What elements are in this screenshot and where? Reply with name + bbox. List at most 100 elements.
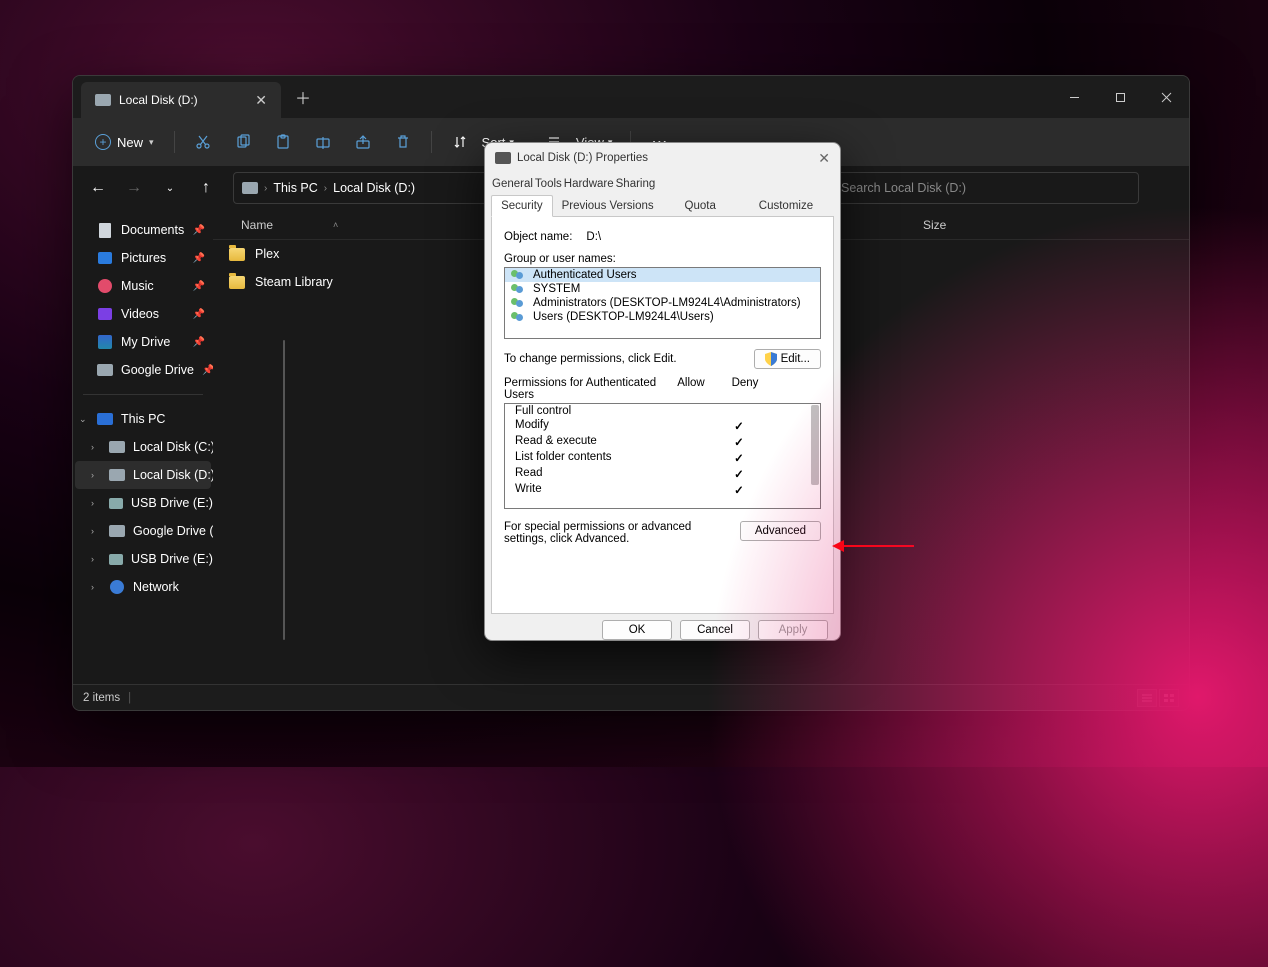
permission-row: Read✓ [505, 466, 820, 482]
permission-row: List folder contents✓ [505, 450, 820, 466]
pin-icon: 📌 [193, 253, 205, 264]
column-name[interactable]: Name [241, 218, 273, 232]
videos-icon [97, 306, 113, 322]
sidebar-item-documents[interactable]: Documents📌 [75, 216, 211, 244]
delete-icon[interactable] [385, 126, 421, 158]
sidebar-item-pictures[interactable]: Pictures📌 [75, 244, 211, 272]
permission-row: Full control [505, 404, 820, 418]
users-icon [511, 311, 527, 323]
sort-icon[interactable] [442, 126, 478, 158]
tab-quota[interactable]: Quota [662, 195, 737, 217]
forward-button[interactable]: → [119, 173, 149, 203]
group-item[interactable]: Users (DESKTOP-LM924L4\Users) [505, 310, 820, 324]
chevron-right-icon[interactable]: › [91, 582, 94, 592]
sidebar-item-usb-e[interactable]: ›USB Drive (E:) [75, 489, 211, 517]
chevron-down-icon: ▾ [149, 137, 154, 148]
dialog-title: Local Disk (D:) Properties [517, 152, 648, 164]
sort-asc-icon: ˄ [333, 220, 338, 230]
close-window-button[interactable] [1143, 76, 1189, 118]
tab-sharing[interactable]: Sharing [615, 173, 657, 195]
edit-button[interactable]: Edit... [754, 349, 821, 369]
group-item[interactable]: Authenticated Users [505, 268, 820, 282]
group-item[interactable]: Administrators (DESKTOP-LM924L4\Administ… [505, 296, 820, 310]
chevron-right-icon[interactable]: › [91, 526, 94, 536]
share-icon[interactable] [345, 126, 381, 158]
tab-customize[interactable]: Customize [738, 195, 834, 217]
disk-icon [495, 150, 511, 166]
disk-icon [95, 92, 111, 108]
sidebar-item-local-disk-c[interactable]: ›Local Disk (C:) [75, 433, 211, 461]
close-icon[interactable]: ✕ [818, 150, 830, 167]
maximize-button[interactable] [1097, 76, 1143, 118]
apply-button[interactable]: Apply [758, 620, 828, 640]
chevron-down-icon[interactable]: ⌄ [79, 414, 87, 425]
usb-icon [109, 495, 123, 511]
group-user-list[interactable]: Authenticated Users SYSTEM Administrator… [504, 267, 821, 339]
sidebar-item-mydrive[interactable]: My Drive📌 [75, 328, 211, 356]
permission-row: Read & execute✓ [505, 434, 820, 450]
sidebar-item-google-drive[interactable]: ›Google Drive ( [75, 517, 211, 545]
chevron-right-icon[interactable]: › [91, 442, 94, 452]
paste-icon[interactable] [265, 126, 301, 158]
sidebar-item-music[interactable]: Music📌 [75, 272, 211, 300]
disk-icon [109, 523, 125, 539]
tab-security[interactable]: Security [491, 195, 553, 217]
permission-row: Modify✓ [505, 418, 820, 434]
breadcrumb-root[interactable]: This PC [273, 181, 317, 195]
allow-header: Allow [664, 377, 718, 401]
disk-icon [242, 180, 258, 196]
close-tab-icon[interactable]: ✕ [255, 92, 267, 109]
column-size[interactable]: Size [923, 218, 946, 232]
cancel-button[interactable]: Cancel [680, 620, 750, 640]
chevron-right-icon[interactable]: › [91, 498, 94, 508]
users-icon [511, 269, 527, 281]
new-button[interactable]: + New ▾ [85, 128, 164, 156]
chevron-right-icon[interactable]: › [91, 470, 94, 480]
tab-hardware[interactable]: Hardware [563, 173, 615, 195]
sidebar-item-videos[interactable]: Videos📌 [75, 300, 211, 328]
tab-title: Local Disk (D:) [119, 93, 198, 107]
sidebar-item-local-disk-d[interactable]: ›Local Disk (D:) [75, 461, 211, 489]
tab-tools[interactable]: Tools [534, 173, 563, 195]
network-icon [109, 579, 125, 595]
advanced-button[interactable]: Advanced [740, 521, 821, 541]
minimize-button[interactable] [1051, 76, 1097, 118]
details-view-button[interactable] [1137, 689, 1157, 707]
pin-icon: 📌 [193, 225, 205, 236]
new-tab-button[interactable]: ＋ [295, 85, 311, 109]
breadcrumb-leaf[interactable]: Local Disk (D:) [333, 181, 415, 195]
chevron-right-icon[interactable]: › [91, 554, 94, 564]
icons-view-button[interactable] [1159, 689, 1179, 707]
object-name-value: D:\ [586, 231, 601, 243]
dialog-footer: OK Cancel Apply [485, 614, 840, 650]
item-count: 2 items [83, 692, 120, 704]
tab-general[interactable]: General [491, 173, 534, 195]
permissions-for-label: Permissions for Authenticated Users [504, 377, 664, 401]
shield-icon [765, 352, 777, 366]
copy-icon[interactable] [225, 126, 261, 158]
dialog-titlebar[interactable]: Local Disk (D:) Properties ✕ [485, 143, 840, 173]
permission-row: Write✓ [505, 482, 820, 498]
tab-local-disk-d[interactable]: Local Disk (D:) ✕ [81, 82, 281, 118]
recent-button[interactable]: ⌄ [155, 173, 185, 203]
pin-icon: 📌 [193, 337, 205, 348]
cut-icon[interactable] [185, 126, 221, 158]
back-button[interactable]: ← [83, 173, 113, 203]
sidebar-scrollbar[interactable] [283, 340, 285, 640]
sidebar-item-googledrive[interactable]: Google Drive📌 [75, 356, 211, 384]
search-input[interactable]: Search Local Disk (D:) [809, 172, 1139, 204]
up-button[interactable]: ↑ [191, 173, 221, 203]
ok-button[interactable]: OK [602, 620, 672, 640]
pin-icon: 📌 [193, 281, 205, 292]
users-icon [511, 297, 527, 309]
disk-icon [97, 362, 113, 378]
rename-icon[interactable] [305, 126, 341, 158]
sidebar-item-network[interactable]: ›Network [75, 573, 211, 601]
tab-previous-versions[interactable]: Previous Versions [553, 195, 663, 217]
disk-icon [109, 467, 125, 483]
sidebar-item-thispc[interactable]: ⌄This PC [75, 405, 211, 433]
group-item[interactable]: SYSTEM [505, 282, 820, 296]
permissions-scrollbar[interactable] [811, 405, 819, 485]
sidebar-item-usb-e-2[interactable]: ›USB Drive (E:) [75, 545, 211, 573]
dialog-tabs: General Tools Hardware Sharing Security … [485, 173, 840, 217]
